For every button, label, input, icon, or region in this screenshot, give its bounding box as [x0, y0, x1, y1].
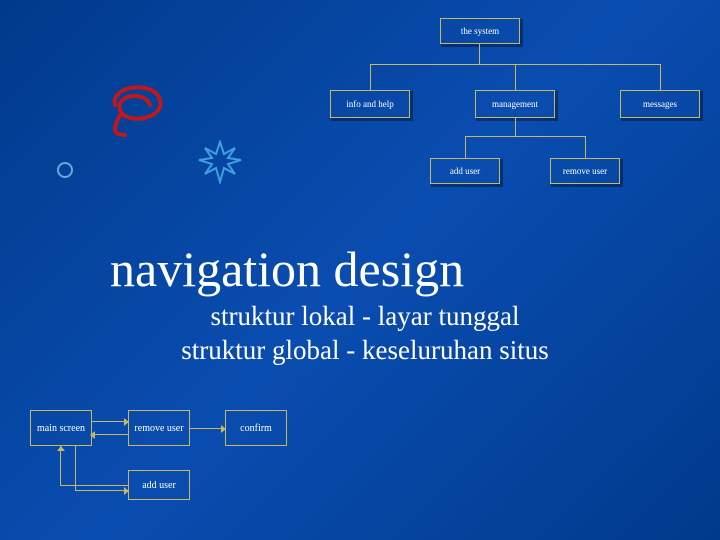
starburst-icon: [195, 140, 245, 184]
tree-node-info: info and help: [330, 90, 410, 118]
flow-main-screen: main screen: [30, 410, 92, 446]
tree-node-removeuser: remove user: [550, 158, 620, 184]
tree-connector: [515, 118, 516, 136]
tree-node-management: management: [475, 90, 555, 118]
flow-arrow: [92, 434, 128, 435]
subtitle-line-2: struktur global - keseluruhan situs: [181, 335, 548, 365]
arrowhead-icon: [57, 446, 65, 451]
tree-connector: [465, 136, 466, 158]
arrowhead-icon: [221, 425, 226, 433]
arrowhead-icon: [124, 487, 129, 495]
subtitle-line-1: struktur lokal - layar tunggal: [211, 301, 520, 331]
arrowhead-icon: [90, 431, 95, 439]
page-subtitle: struktur lokal - layar tunggal struktur …: [150, 300, 580, 368]
tree-connector: [479, 44, 480, 64]
flow-arrow: [60, 446, 61, 485]
tree-connector: [465, 136, 585, 137]
flow-arrow: [60, 485, 128, 486]
tree-connector: [370, 64, 371, 90]
tree-node-adduser: add user: [430, 158, 500, 184]
arrowhead-icon: [124, 418, 129, 426]
tree-root: the system: [440, 18, 520, 44]
flow-remove-user: remove user: [128, 410, 190, 446]
flow-arrow: [92, 421, 128, 422]
flow-arrow: [190, 428, 225, 429]
flow-add-user: add user: [128, 470, 190, 500]
page-title: navigation design: [110, 240, 464, 298]
tree-connector: [585, 136, 586, 158]
small-circle-icon: [55, 160, 75, 180]
flow-arrow: [75, 446, 76, 490]
flow-arrow: [75, 490, 128, 491]
tree-connector: [515, 64, 516, 90]
red-scribble-icon: [105, 80, 185, 140]
flow-confirm: confirm: [225, 410, 287, 446]
tree-node-messages: messages: [620, 90, 700, 118]
tree-connector: [660, 64, 661, 90]
